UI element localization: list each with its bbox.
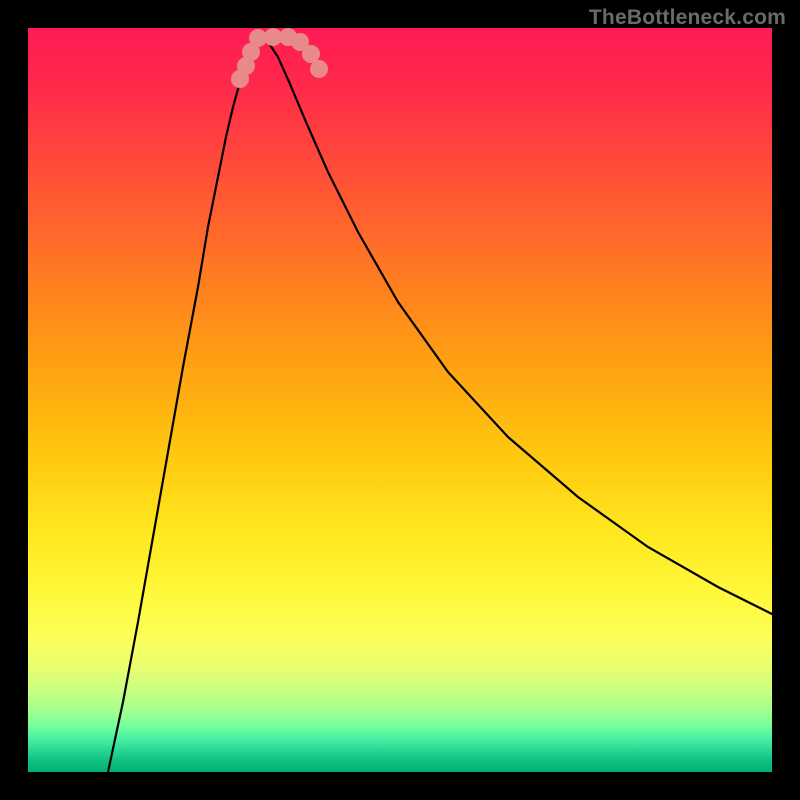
curve-svg	[28, 28, 772, 772]
curve-left-branch	[108, 35, 260, 772]
watermark-text: TheBottleneck.com	[589, 6, 786, 30]
chart-frame: TheBottleneck.com	[0, 0, 800, 800]
plot-area	[28, 28, 772, 772]
marker-dot	[310, 60, 328, 78]
curve-right-branch	[260, 35, 772, 614]
